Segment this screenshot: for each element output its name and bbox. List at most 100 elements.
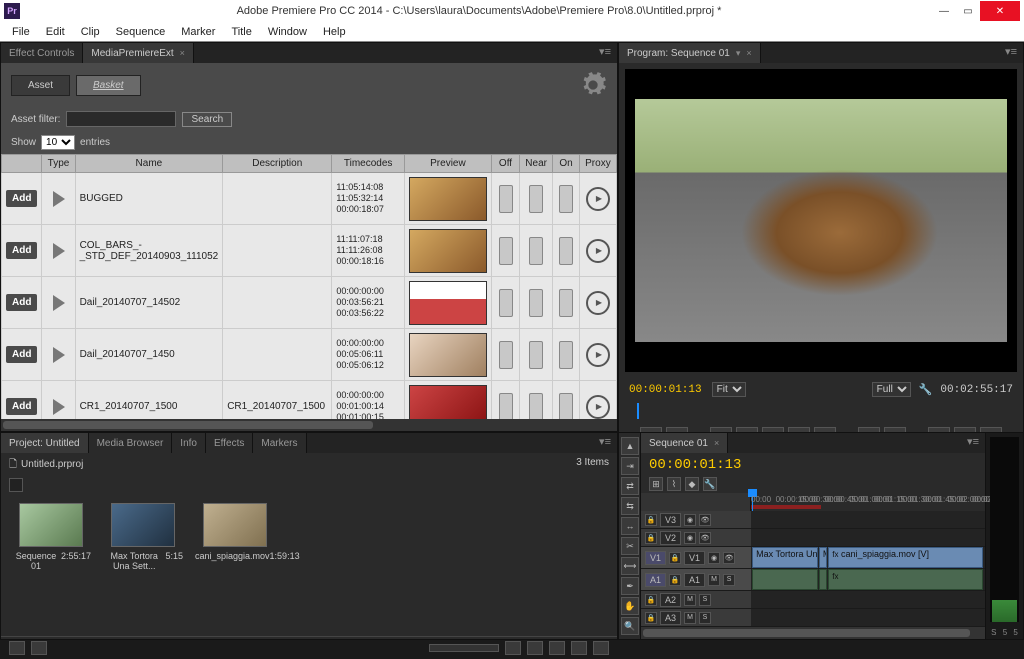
- selection-tool[interactable]: ▲: [621, 437, 639, 455]
- col-preview[interactable]: Preview: [404, 155, 491, 173]
- panel-menu-icon[interactable]: ▾≡: [593, 433, 617, 453]
- toggle-v3-out[interactable]: ◉: [684, 514, 696, 526]
- track-v1[interactable]: V1: [684, 551, 705, 565]
- hscroll[interactable]: [1, 419, 617, 431]
- off-slot[interactable]: [499, 289, 513, 317]
- mute-a3[interactable]: M: [684, 612, 696, 624]
- new-item-button[interactable]: [571, 641, 587, 655]
- col-off[interactable]: Off: [491, 155, 519, 173]
- lock-a1[interactable]: 🔒: [669, 574, 681, 586]
- track-v3[interactable]: V3: [660, 513, 681, 527]
- on-slot[interactable]: [559, 393, 573, 420]
- on-slot[interactable]: [559, 185, 573, 213]
- zoom-slider[interactable]: [429, 644, 499, 652]
- timeline-hscroll[interactable]: [641, 627, 985, 639]
- panel-menu-icon[interactable]: ▾≡: [999, 43, 1023, 63]
- proxy-button[interactable]: [586, 343, 610, 367]
- preview-thumb[interactable]: [409, 281, 487, 325]
- rate-tool[interactable]: ↔: [621, 517, 639, 535]
- find-button[interactable]: [527, 641, 543, 655]
- on-slot[interactable]: [559, 237, 573, 265]
- col-name[interactable]: Name: [75, 155, 223, 173]
- tab-project[interactable]: Project: Untitled: [1, 433, 89, 453]
- project-item[interactable]: Sequence 012:55:17: [11, 503, 91, 571]
- link-toggle[interactable]: ⌇: [667, 477, 681, 491]
- track-select-tool[interactable]: ⇥: [621, 457, 639, 475]
- track-v2[interactable]: V2: [660, 531, 681, 545]
- tab-markers[interactable]: Markers: [253, 433, 306, 453]
- toggle-v2-out[interactable]: ◉: [684, 532, 696, 544]
- solo-a3[interactable]: S: [699, 612, 711, 624]
- razor-tool[interactable]: ✂: [621, 537, 639, 555]
- asset-button[interactable]: Asset: [11, 75, 70, 96]
- new-bin-button[interactable]: [549, 641, 565, 655]
- col-type[interactable]: Type: [42, 155, 75, 173]
- rolling-tool[interactable]: ⇆: [621, 497, 639, 515]
- proxy-button[interactable]: [586, 239, 610, 263]
- near-slot[interactable]: [529, 185, 543, 213]
- gear-icon[interactable]: [579, 71, 607, 99]
- auto-size-button[interactable]: [505, 641, 521, 655]
- col-add[interactable]: [2, 155, 42, 173]
- col-near[interactable]: Near: [520, 155, 553, 173]
- src-a1[interactable]: A1: [645, 573, 666, 587]
- search-button[interactable]: Search: [182, 112, 232, 127]
- track-a1[interactable]: A1: [684, 573, 705, 587]
- marker-button[interactable]: ◆: [685, 477, 699, 491]
- list-view-button[interactable]: [9, 641, 25, 655]
- mute-a2[interactable]: M: [684, 594, 696, 606]
- close-tab-icon[interactable]: ×: [714, 438, 719, 448]
- project-item[interactable]: cani_spiaggia.mov1:59:13: [195, 503, 275, 561]
- menu-marker[interactable]: Marker: [173, 24, 223, 40]
- preview-thumb[interactable]: [409, 229, 487, 273]
- lock-a3[interactable]: 🔒: [645, 612, 657, 624]
- time-ruler[interactable]: 00:0000:00:15:0000:00:30:0000:00:45:0000…: [751, 493, 985, 511]
- src-v1[interactable]: V1: [645, 551, 666, 565]
- tab-info[interactable]: Info: [172, 433, 206, 453]
- project-search[interactable]: [9, 478, 23, 492]
- near-slot[interactable]: [529, 237, 543, 265]
- close-tab-icon[interactable]: ×: [180, 48, 185, 58]
- toggle-v2-eye[interactable]: 👁: [699, 532, 711, 544]
- play-icon[interactable]: [53, 243, 65, 259]
- mute-a1[interactable]: M: [708, 574, 720, 586]
- col-desc[interactable]: Description: [223, 155, 332, 173]
- menu-sequence[interactable]: Sequence: [108, 24, 174, 40]
- near-slot[interactable]: [529, 289, 543, 317]
- clip-v1-c[interactable]: fx cani_spiaggia.mov [V]: [828, 547, 982, 568]
- play-icon[interactable]: [53, 191, 65, 207]
- lock-a2[interactable]: 🔒: [645, 594, 657, 606]
- play-icon[interactable]: [53, 295, 65, 311]
- timeline-tc[interactable]: 00:00:01:13: [649, 457, 741, 473]
- fit-select[interactable]: Fit: [712, 382, 746, 397]
- program-scrubber[interactable]: [629, 403, 1013, 419]
- track-a3[interactable]: A3: [660, 611, 681, 625]
- add-button[interactable]: Add: [6, 346, 37, 363]
- col-tc[interactable]: Timecodes: [332, 155, 405, 173]
- close-tab-icon[interactable]: ×: [746, 48, 751, 58]
- wrench-icon[interactable]: 🔧: [919, 383, 933, 396]
- program-tc-in[interactable]: 00:00:01:13: [629, 384, 702, 396]
- add-button[interactable]: Add: [6, 398, 37, 415]
- program-monitor[interactable]: [625, 69, 1017, 372]
- clip-a1-b[interactable]: [819, 569, 827, 590]
- off-slot[interactable]: [499, 185, 513, 213]
- icon-view-button[interactable]: [31, 641, 47, 655]
- tab-effects[interactable]: Effects: [206, 433, 253, 453]
- toggle-v1-out[interactable]: ◉: [708, 552, 720, 564]
- off-slot[interactable]: [499, 341, 513, 369]
- tab-effect-controls[interactable]: Effect Controls: [1, 43, 83, 63]
- tab-sequence[interactable]: Sequence 01×: [641, 433, 728, 453]
- track-a2[interactable]: A2: [660, 593, 681, 607]
- preview-thumb[interactable]: [409, 333, 487, 377]
- near-slot[interactable]: [529, 341, 543, 369]
- close-button[interactable]: ✕: [980, 1, 1020, 21]
- lock-v2[interactable]: 🔒: [645, 532, 657, 544]
- zoom-tool[interactable]: 🔍: [621, 617, 639, 635]
- snap-toggle[interactable]: ⊞: [649, 477, 663, 491]
- add-button[interactable]: Add: [6, 242, 37, 259]
- ripple-tool[interactable]: ⇄: [621, 477, 639, 495]
- tab-media-browser[interactable]: Media Browser: [89, 433, 173, 453]
- clip-a1-c[interactable]: fx: [828, 569, 982, 590]
- slip-tool[interactable]: ⟷: [621, 557, 639, 575]
